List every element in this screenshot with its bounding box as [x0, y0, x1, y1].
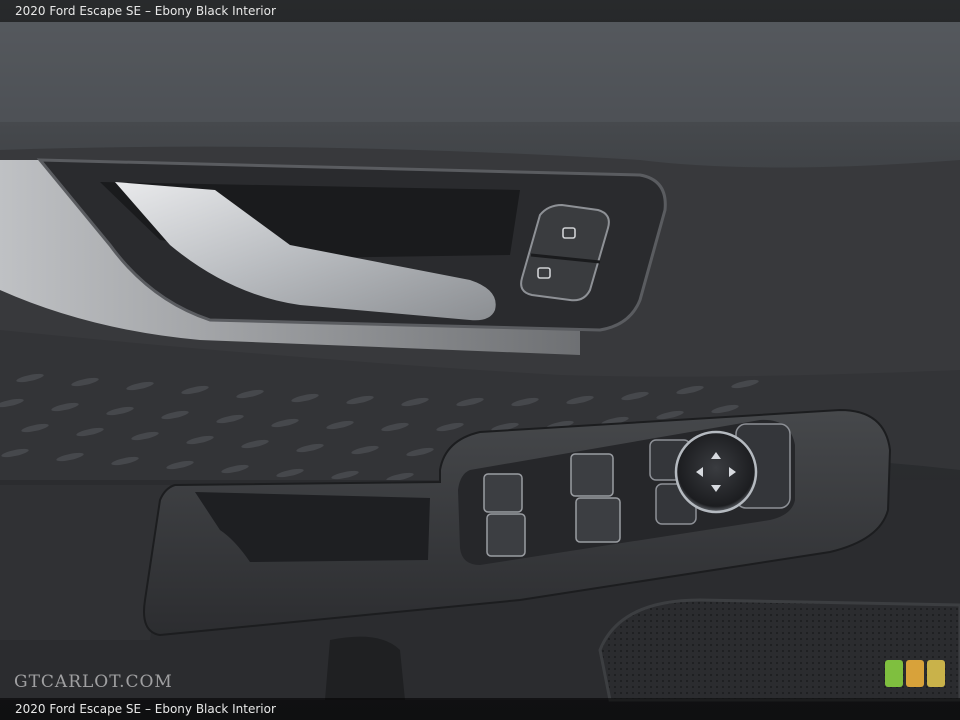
logo-icon: [885, 660, 945, 687]
caption-bottom: 2020 Ford Escape SE – Ebony Black Interi…: [0, 698, 960, 720]
door-panel-photo: [0, 0, 960, 720]
caption-top: 2020 Ford Escape SE – Ebony Black Interi…: [0, 0, 960, 22]
site-watermark: GTCARLOT.COM: [14, 672, 173, 692]
